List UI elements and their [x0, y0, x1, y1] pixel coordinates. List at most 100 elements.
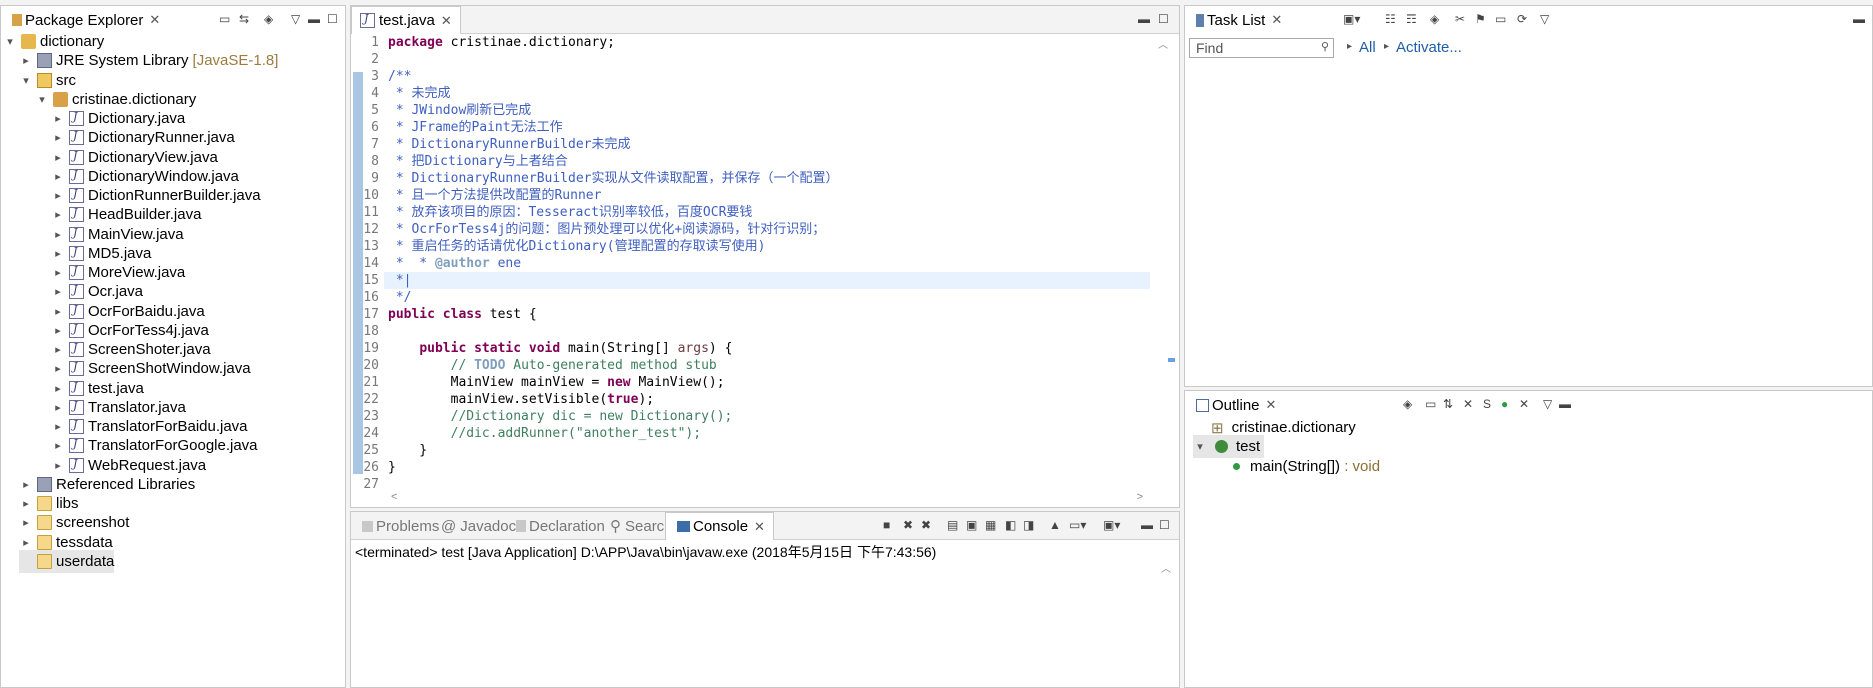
close-icon[interactable]: ✕ [1271, 12, 1282, 28]
chevron-right-icon[interactable]: ▸ [51, 228, 65, 241]
chevron-right-icon[interactable]: ▸ [19, 536, 33, 549]
remove-all-icon[interactable]: ✖ [921, 518, 931, 532]
close-icon[interactable]: ✕ [441, 13, 452, 29]
chevron-down-icon[interactable]: ▾ [3, 35, 17, 48]
maximize-icon[interactable]: ☐ [1159, 518, 1170, 532]
chevron-right-icon[interactable]: ▸ [51, 112, 65, 125]
collapse-icon[interactable]: ▭ [1495, 12, 1506, 26]
hide-fields-icon[interactable]: ✕ [1463, 397, 1473, 411]
display-console-icon[interactable]: ▭▾ [1069, 518, 1086, 532]
chevron-right-icon[interactable]: ▸ [51, 305, 65, 318]
chevron-right-icon[interactable]: ▸ [51, 247, 65, 260]
focus-icon[interactable]: ◈ [1403, 397, 1412, 411]
view-menu-icon[interactable]: ▽ [1543, 397, 1552, 411]
hide-completed-icon[interactable]: ✂ [1455, 12, 1465, 26]
chevron-right-icon[interactable]: ▸ [51, 382, 65, 395]
chevron-right-icon[interactable]: ▸ [51, 420, 65, 433]
chevron-right-icon[interactable]: ▸ [19, 54, 33, 67]
package-icon [53, 91, 68, 107]
show-stdout-icon[interactable]: ◧ [1005, 518, 1016, 532]
tab-console[interactable]: Console ✕ [665, 512, 774, 540]
chevron-right-icon[interactable]: ▸ [51, 131, 65, 144]
show-stderr-icon[interactable]: ◨ [1023, 518, 1034, 532]
minimize-icon[interactable]: ▬ [1141, 518, 1153, 532]
minimize-icon[interactable]: ▬ [1559, 397, 1571, 411]
filter-icon[interactable]: ⚑ [1475, 12, 1486, 26]
focus-icon[interactable]: ◈ [264, 12, 273, 26]
new-task-icon[interactable]: ▣▾ [1343, 12, 1360, 26]
categorized-icon[interactable]: ☷ [1385, 12, 1396, 26]
repository-icon[interactable]: ◈ [1430, 12, 1439, 26]
view-menu-icon[interactable]: ▽ [291, 12, 300, 26]
sort-icon[interactable]: ⇅ [1443, 397, 1453, 411]
minimize-icon[interactable]: ▬ [1138, 12, 1150, 26]
chevron-right-icon[interactable]: ▸ [51, 151, 65, 164]
tree-item[interactable]: userdata [19, 549, 115, 573]
scheduled-icon[interactable]: ☶ [1406, 12, 1417, 26]
close-icon[interactable]: ✕ [754, 519, 765, 535]
chevron-right-icon[interactable]: ▸ [51, 401, 65, 414]
chevron-right-icon[interactable]: ▸ [51, 459, 65, 472]
chevron-right-icon[interactable]: ▸ [51, 189, 65, 202]
horizontal-scrollbar[interactable]: < > [387, 491, 1147, 505]
all-link[interactable]: All [1359, 39, 1376, 56]
minimize-icon[interactable]: ▬ [308, 12, 320, 26]
chevron-down-icon[interactable]: ▾ [35, 93, 49, 106]
tab-label: Console [693, 518, 749, 535]
word-wrap-icon[interactable]: ▦ [985, 518, 996, 532]
collapse-all-icon[interactable]: ▭ [219, 12, 230, 26]
chevron-right-icon[interactable]: ▸ [51, 362, 65, 375]
tab-test-java[interactable]: test.java ✕ [351, 6, 461, 34]
chevron-down-icon[interactable]: ▾ [19, 74, 33, 87]
open-console-icon[interactable]: ▣▾ [1103, 518, 1120, 532]
chevron-right-icon[interactable]: ▸ [51, 324, 65, 337]
maximize-icon[interactable]: ☐ [327, 12, 338, 26]
terminate-icon[interactable]: ■ [883, 518, 890, 532]
close-icon[interactable]: ✕ [1266, 397, 1277, 413]
pin-console-icon[interactable]: ▲ [1049, 518, 1061, 532]
tab-declaration[interactable]: Declaration [505, 512, 613, 540]
tree-item-label: screenshot [56, 514, 130, 532]
tab-task-list[interactable]: Task List ✕ [1185, 6, 1290, 34]
hide-nonpublic-icon[interactable]: ● [1501, 397, 1508, 411]
find-input[interactable]: Find [1189, 38, 1334, 58]
scroll-lock-icon[interactable]: ▣ [966, 518, 977, 532]
outline-method-row[interactable]: main(String[]) : void [1233, 455, 1380, 478]
tree-item-label: ScreenShoter.java [88, 341, 211, 358]
view-menu-icon[interactable]: ▽ [1540, 12, 1549, 26]
tab-outline[interactable]: Outline ✕ [1185, 391, 1284, 419]
chevron-right-icon[interactable]: ▸ [19, 478, 33, 491]
chevron-right-icon[interactable]: ▸ [19, 497, 33, 510]
activate-link[interactable]: Activate... [1396, 39, 1462, 56]
library-icon [37, 53, 52, 69]
chevron-right-icon[interactable]: ▸ [51, 343, 65, 356]
tree-item-label: Translator.java [88, 398, 186, 416]
clear-console-icon[interactable]: ▤ [947, 518, 958, 532]
tab-label: Declaration [529, 517, 605, 535]
chevron-right-icon[interactable]: ▸ [51, 266, 65, 279]
editor-tabbar: test.java ✕ ▬ ☐ [351, 6, 1179, 34]
package-explorer-icon [12, 14, 22, 26]
chevron-down-icon: ▾ [1197, 441, 1203, 453]
chevron-right-icon[interactable]: ▸ [51, 208, 65, 221]
close-icon[interactable]: ✕ [149, 12, 160, 28]
sync-icon[interactable]: ⟳ [1517, 12, 1527, 26]
minimize-icon[interactable]: ▬ [1853, 12, 1865, 26]
tree-item-label: libs [56, 495, 79, 512]
chevron-right-icon[interactable]: ▸ [51, 285, 65, 298]
chevron-right-icon[interactable]: ▸ [51, 170, 65, 183]
remove-launch-icon[interactable]: ✖ [903, 518, 913, 532]
collapse-all-icon[interactable]: ▭ [1425, 397, 1436, 411]
vertical-scrollbar[interactable]: ︿ [1157, 36, 1169, 486]
outline-icon [1196, 398, 1209, 412]
outline-method-label: main(String[]) [1250, 458, 1341, 475]
console-scrollbar[interactable]: ︿ [1161, 560, 1171, 575]
chevron-right-icon[interactable]: ▸ [19, 516, 33, 529]
hide-static-icon[interactable]: S [1483, 397, 1491, 411]
hide-local-types-icon[interactable]: ✕ [1519, 397, 1529, 411]
link-editor-icon[interactable]: ⇆ [239, 12, 249, 26]
tree-item-label: Ocr.java [88, 283, 144, 301]
maximize-icon[interactable]: ☐ [1158, 12, 1169, 26]
chevron-right-icon[interactable]: ▸ [51, 439, 65, 452]
search-icon: ⚲ [610, 518, 621, 535]
